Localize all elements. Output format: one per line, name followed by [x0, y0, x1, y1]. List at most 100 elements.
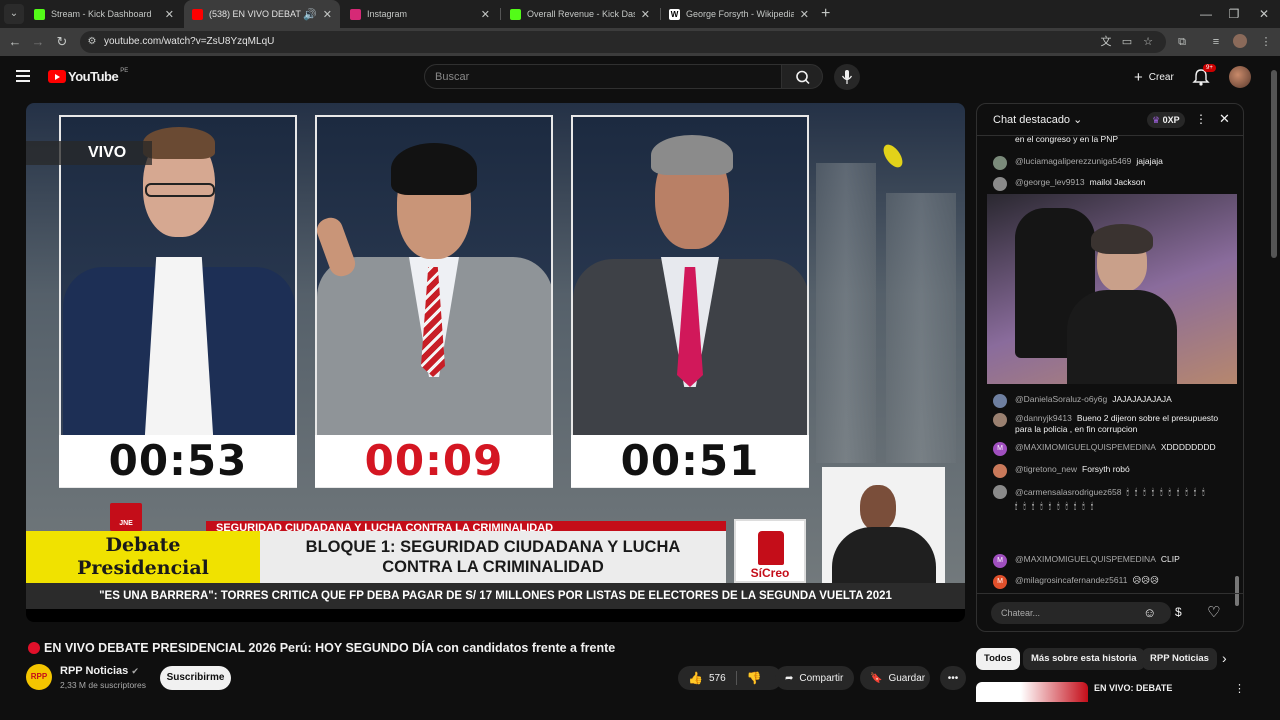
tab-kick-dashboard[interactable]: Stream - Kick Dashboard ✕: [26, 0, 182, 28]
browser-menu-icon[interactable]: ⋮: [1258, 34, 1274, 50]
chat-author[interactable]: @MAXIMOMIGUELQUISPEMEDINA: [1015, 554, 1156, 568]
account-avatar[interactable]: [1229, 66, 1251, 88]
debate-badge: Debate Presidencial: [26, 531, 260, 583]
verified-icon: ✔: [131, 666, 139, 676]
new-tab-icon[interactable]: +: [821, 4, 830, 24]
video-player[interactable]: 00:53 00:09 00:51 VIVO JNE SEGURIDAD CIU…: [26, 103, 965, 622]
xp-badge[interactable]: ♛ 0XP: [1147, 112, 1185, 128]
chat-text: mailol Jackson: [1089, 177, 1146, 187]
chat-text: XDDDDDDDD: [1160, 442, 1216, 452]
chat-avatar[interactable]: [993, 485, 1007, 499]
close-tab-icon[interactable]: ✕: [481, 8, 490, 21]
chat-author[interactable]: @luciamagaliperezzuniga5469: [1015, 156, 1131, 170]
chat-avatar[interactable]: M: [993, 442, 1007, 456]
chat-message: @george_lev9913 mailol Jackson: [993, 177, 1223, 191]
tab-instagram[interactable]: Instagram ✕: [342, 0, 498, 28]
chat-text: jajajaja: [1136, 156, 1163, 166]
speaker-icon[interactable]: 🔊: [303, 8, 317, 21]
search-button[interactable]: [781, 64, 823, 89]
chat-avatar[interactable]: [993, 464, 1007, 478]
close-chat-icon[interactable]: ✕: [1219, 111, 1230, 127]
more-actions-button[interactable]: •••: [940, 666, 966, 690]
emoji-icon[interactable]: ☺: [1143, 605, 1156, 620]
microphone-icon: [841, 70, 853, 84]
media-controls-icon[interactable]: ≡: [1208, 34, 1224, 50]
close-tab-icon[interactable]: ✕: [800, 8, 809, 21]
subscribe-button[interactable]: Suscribirme: [160, 666, 231, 690]
chat-author[interactable]: @dannyjk9413: [1015, 413, 1072, 423]
youtube-logo[interactable]: YouTube PE: [48, 68, 128, 84]
reload-icon[interactable]: ↻: [52, 32, 72, 52]
tab-kick-revenue[interactable]: Overall Revenue - Kick Dashbo ✕: [502, 0, 658, 28]
candidate-panel-1: [59, 115, 297, 488]
menu-hamburger-icon[interactable]: [16, 70, 30, 82]
site-info-icon[interactable]: ⚙: [86, 36, 98, 48]
chat-author[interactable]: @DanielaSoraluz-o6y6g: [1015, 394, 1107, 408]
create-label: Crear: [1148, 71, 1174, 83]
search-input[interactable]: [425, 65, 781, 88]
channel-avatar[interactable]: RPP: [26, 664, 52, 690]
close-tab-icon[interactable]: ✕: [641, 8, 650, 21]
dislike-button[interactable]: 👎: [747, 671, 762, 685]
chat-avatar[interactable]: [993, 394, 1007, 408]
bookmark-icon: 🔖: [870, 672, 883, 684]
heart-icon[interactable]: ♡: [1207, 603, 1220, 621]
translate-icon[interactable]: 文: [1098, 34, 1114, 50]
chat-author[interactable]: @milagrosincafernandez5611: [1015, 575, 1127, 589]
close-tab-icon[interactable]: ✕: [323, 8, 332, 21]
tab-youtube-debate[interactable]: (538) EN VIVO DEBATE P 🔊 ✕: [184, 0, 340, 28]
tab-separator: [500, 8, 501, 20]
streamer-webcam: [987, 194, 1237, 384]
chat-avatar[interactable]: [993, 413, 1007, 427]
chat-text-block: @carmensalasrodriguez658 🕯🕯🕯🕯🕯🕯🕯🕯🕯🕯🕯🕯🕯🕯🕯🕯…: [1015, 485, 1215, 513]
chat-avatar[interactable]: [993, 177, 1007, 191]
search-box[interactable]: [424, 64, 782, 89]
like-button[interactable]: 👍 576: [688, 671, 726, 685]
channel-name[interactable]: RPP Noticias ✔: [60, 665, 139, 677]
voice-search-button[interactable]: [834, 64, 860, 90]
notifications-badge: 9+: [1203, 64, 1216, 72]
bookmark-star-icon[interactable]: ☆: [1140, 34, 1156, 50]
close-tab-icon[interactable]: ✕: [165, 8, 174, 21]
page-scrollbar[interactable]: [1271, 70, 1277, 258]
recommended-thumbnail[interactable]: [976, 682, 1088, 702]
address-bar[interactable]: ⚙ youtube.com/watch?v=ZsU8YzqMLqU: [80, 31, 1166, 53]
chat-text-block: @dannyjk9413 Bueno 2 dijeron sobre el pre…: [1015, 413, 1223, 435]
chat-author[interactable]: @george_lev9913: [1015, 177, 1085, 191]
save-button[interactable]: 🔖 Guardar: [860, 666, 930, 690]
chat-author[interactable]: @carmensalasrodriguez658: [1015, 487, 1121, 497]
hair: [651, 135, 733, 175]
close-window-icon[interactable]: ✕: [1248, 0, 1280, 28]
back-icon[interactable]: ←: [5, 32, 25, 52]
cast-icon[interactable]: ▭: [1119, 34, 1135, 50]
background-building: [816, 163, 876, 463]
streamer-shirt: [1067, 290, 1177, 384]
sicreo-label: SíCreo: [750, 566, 790, 580]
tab-search-button[interactable]: ⌄: [4, 4, 24, 24]
chat-avatar[interactable]: [993, 156, 1007, 170]
recommended-more-icon[interactable]: ⋮: [1234, 682, 1245, 695]
chip-rpp[interactable]: RPP Noticias: [1142, 648, 1217, 670]
forward-icon[interactable]: →: [28, 32, 48, 52]
chat-author[interactable]: @MAXIMOMIGUELQUISPEMEDINA: [1015, 442, 1156, 456]
chat-author[interactable]: @tigretono_new: [1015, 464, 1077, 478]
browser-tab-strip: ⌄ Stream - Kick Dashboard ✕ (538) EN VIV…: [0, 0, 1280, 28]
share-button[interactable]: ➦ Compartir: [775, 666, 854, 690]
recommended-title[interactable]: EN VIVO: DEBATE: [1094, 683, 1172, 693]
chat-avatar[interactable]: M: [993, 575, 1007, 589]
tab-wikipedia[interactable]: W George Forsyth - Wikipedia, la ✕: [661, 0, 817, 28]
chat-more-icon[interactable]: ⋮: [1195, 112, 1207, 126]
profile-avatar-icon[interactable]: [1233, 34, 1249, 50]
chip-more-story[interactable]: Más sobre esta historia: [1023, 648, 1145, 670]
chip-all[interactable]: Todos: [976, 648, 1020, 670]
chat-mode-dropdown[interactable]: Chat destacado ⌄: [993, 113, 1082, 126]
create-button[interactable]: + Crear: [1124, 64, 1184, 90]
chat-avatar[interactable]: M: [993, 554, 1007, 568]
video-title: EN VIVO DEBATE PRESIDENCIAL 2026 Perú: H…: [28, 641, 968, 655]
restore-icon[interactable]: ❐: [1218, 0, 1250, 28]
extensions-icon[interactable]: ⧉: [1174, 34, 1190, 50]
chevron-right-icon[interactable]: ›: [1222, 650, 1227, 666]
super-chat-icon[interactable]: $: [1175, 605, 1182, 619]
timer-3-value: 00:51: [620, 436, 760, 485]
tab-title: (538) EN VIVO DEBATE P: [209, 9, 301, 19]
